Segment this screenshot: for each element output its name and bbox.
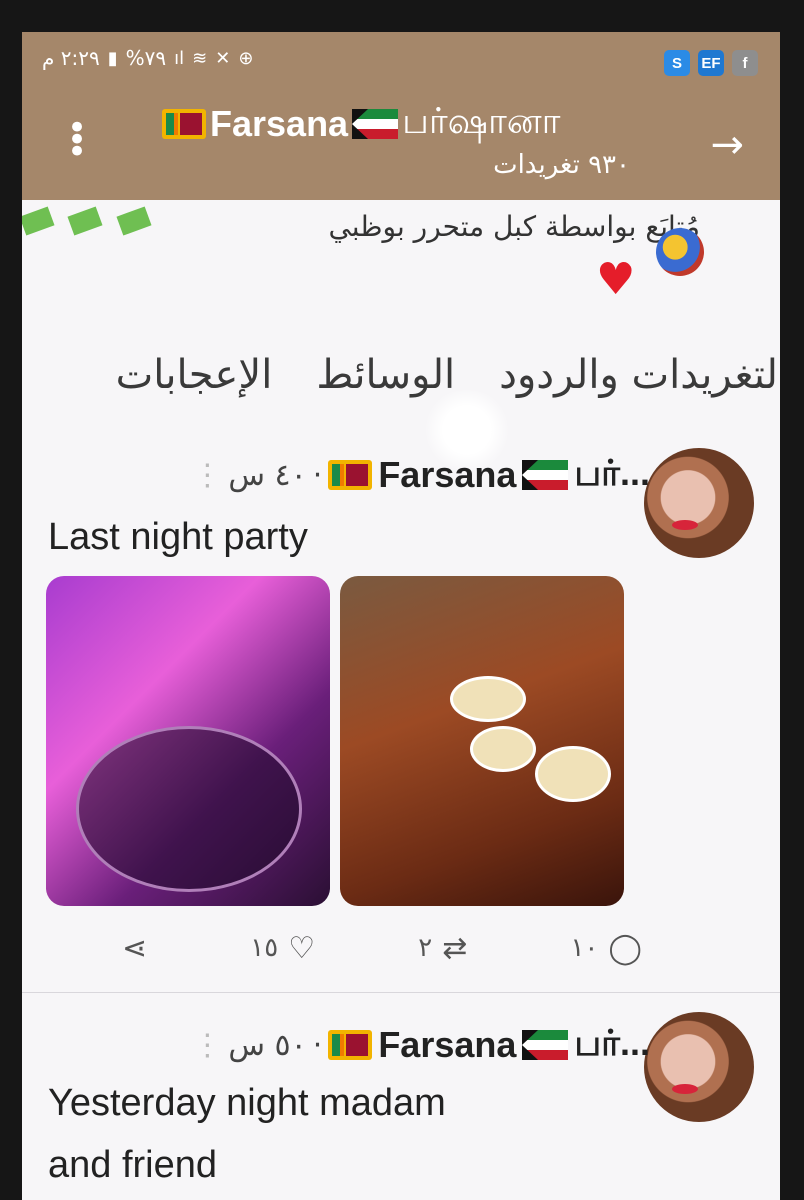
- status-right: S EF f: [664, 50, 758, 76]
- status-time: ٢:٢٩ م: [42, 46, 100, 70]
- data-saver-icon: ⊕: [238, 47, 254, 69]
- status-left: ٢:٢٩ م ▮ %٧٩ ıl ≋ ✕ ⊕: [42, 46, 253, 70]
- tweet-more-icon[interactable]: ⋮: [192, 458, 222, 493]
- phone-screen: ٢:٢٩ م ▮ %٧٩ ıl ≋ ✕ ⊕ S EF f • • • Farsana…: [22, 32, 780, 1200]
- reply-count: ١٠: [570, 933, 599, 963]
- tweet-header: ⋮ ٤٠ س · Farsana பர்...: [192, 452, 650, 498]
- share-icon: ⋖: [122, 930, 148, 966]
- tweet-actions: ⋖ ١٥ ♡ ٢ ⇄ ١٠ ◯: [122, 928, 642, 968]
- tweet-author-suffix[interactable]: பர்...: [574, 452, 650, 499]
- followed-by-text[interactable]: مُتابَع بواسطة كبل متحرر بوظبي: [328, 210, 700, 243]
- divider: [22, 992, 780, 993]
- avatar-lips: [672, 1084, 698, 1094]
- tweet-author[interactable]: Farsana: [378, 1024, 516, 1066]
- tweet-text-line: Yesterday night madam: [48, 1082, 446, 1124]
- tweet-time: ٥٠ س: [228, 1027, 307, 1063]
- tweet-avatar[interactable]: [644, 448, 754, 558]
- profile-header: • • • Farsana பர்ஷானா ٩٣٠ تغريدات →: [22, 86, 780, 200]
- tweet-more-icon[interactable]: ⋮: [192, 1028, 222, 1063]
- tweet-count: ٩٣٠ تغريدات: [493, 150, 630, 180]
- separator-dot: ·: [312, 457, 323, 493]
- kuwait-flag-icon: [352, 108, 399, 139]
- tweet-media: [46, 576, 624, 906]
- signal-icon: ıl: [174, 47, 185, 69]
- photo-plate-shape: [450, 676, 526, 722]
- app-notification-icon: EF: [698, 50, 724, 76]
- tweet-text: Last night party: [48, 516, 308, 558]
- tweet-avatar[interactable]: [644, 1012, 754, 1122]
- reply-button[interactable]: ١٠ ◯: [570, 928, 642, 968]
- profile-tabs: لتغريدات والردود الوسائط الإعجابات: [48, 348, 778, 418]
- profile-name-tamil: பர்ஷானா: [402, 100, 561, 141]
- battery-icon: ▮: [107, 47, 118, 69]
- tweet-photo[interactable]: [340, 576, 624, 906]
- kuwait-flag-icon: [522, 460, 569, 490]
- heart-icon: ♥: [596, 254, 636, 305]
- heart-outline-icon: ♡: [288, 930, 316, 966]
- wifi-icon: ≋: [192, 47, 208, 69]
- photo-plate-shape: [470, 726, 536, 772]
- tweet-text-line: and friend: [48, 1144, 218, 1186]
- photo-table-shape: [76, 726, 302, 892]
- money-emoji-icon: [22, 206, 152, 238]
- back-arrow-icon[interactable]: →: [710, 122, 744, 168]
- retweet-icon: ⇄: [442, 930, 468, 966]
- app-notification-icon: S: [664, 50, 690, 76]
- status-bar: ٢:٢٩ م ▮ %٧٩ ıl ≋ ✕ ⊕ S EF f: [22, 32, 780, 86]
- retweet-button[interactable]: ٢ ⇄: [418, 928, 467, 968]
- reply-icon: ◯: [608, 930, 642, 966]
- avatar-lips: [672, 520, 698, 530]
- facebook-icon: f: [732, 50, 758, 76]
- share-button[interactable]: ⋖: [122, 928, 147, 968]
- mute-icon: ✕: [215, 47, 231, 69]
- more-options-icon[interactable]: • • •: [64, 111, 90, 169]
- tab-likes[interactable]: الإعجابات: [116, 348, 273, 418]
- battery-level: %٧٩: [125, 46, 167, 70]
- tweet-photo[interactable]: [46, 576, 330, 906]
- photo-plate-shape: [535, 746, 611, 802]
- tweet-author-suffix[interactable]: பர்...: [574, 1022, 650, 1069]
- tweet-header: ⋮ ٥٠ س · Farsana பர்...: [192, 1022, 650, 1068]
- kuwait-flag-icon: [522, 1030, 569, 1060]
- like-count: ١٥: [250, 933, 279, 963]
- tweet-time: ٤٠ س: [228, 457, 307, 493]
- profile-name-latin: Farsana: [210, 102, 349, 144]
- retweet-count: ٢: [418, 933, 433, 963]
- tab-tweets-replies[interactable]: لتغريدات والردود: [499, 348, 778, 418]
- like-button[interactable]: ١٥ ♡: [250, 928, 315, 968]
- separator-dot: ·: [312, 1027, 323, 1063]
- sri-lanka-flag-icon: [328, 1030, 373, 1060]
- profile-name: Farsana பர்ஷானா: [162, 100, 642, 147]
- tweet-author[interactable]: Farsana: [378, 454, 516, 496]
- sri-lanka-flag-icon: [162, 108, 206, 139]
- follower-avatar[interactable]: [656, 228, 704, 276]
- sri-lanka-flag-icon: [328, 460, 373, 490]
